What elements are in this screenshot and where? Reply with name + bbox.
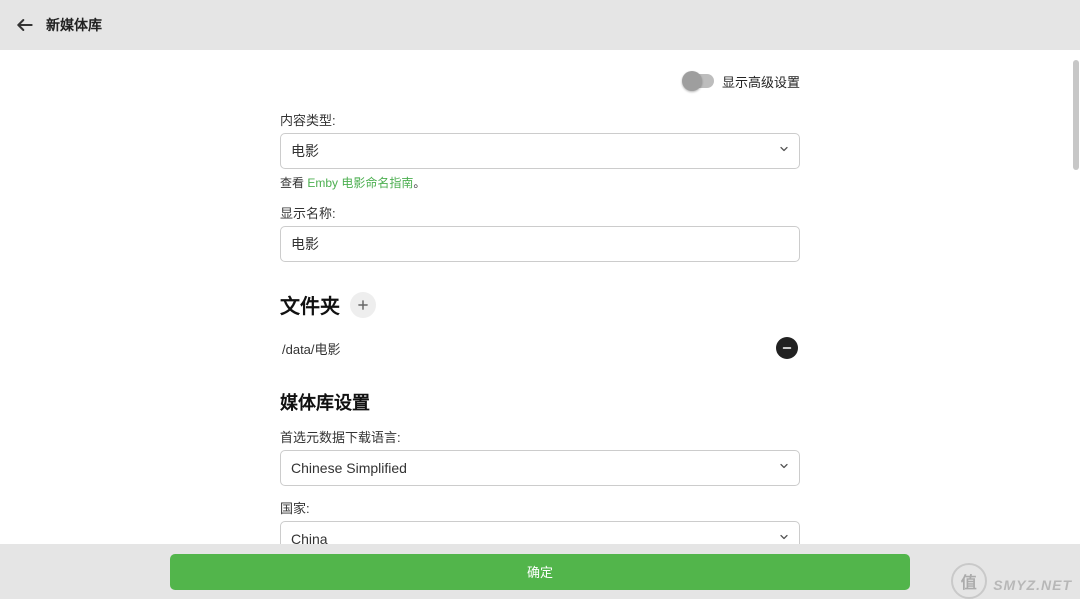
- display-name-input[interactable]: [280, 226, 800, 262]
- content-type-hint: 查看 Emby 电影命名指南。: [280, 174, 800, 191]
- back-arrow-icon[interactable]: [14, 14, 36, 36]
- country-label: 国家:: [280, 498, 800, 517]
- content-type-label: 内容类型:: [280, 110, 800, 129]
- naming-guide-link[interactable]: Emby 电影命名指南: [307, 176, 413, 190]
- metadata-lang-label: 首选元数据下载语言:: [280, 427, 800, 446]
- folders-section-header: 文件夹: [280, 290, 800, 319]
- advanced-settings-row: 显示高级设置: [280, 64, 800, 98]
- hint-prefix: 查看: [280, 176, 307, 190]
- metadata-lang-value: Chinese Simplified: [280, 450, 800, 486]
- content-scroll: 显示高级设置 内容类型: 电影 查看 Emby 电影命名指南。 显示名称: 文件…: [0, 50, 1080, 544]
- country-value: China: [280, 521, 800, 544]
- hint-suffix: 。: [413, 176, 425, 190]
- folder-row: /data/电影: [280, 337, 800, 359]
- confirm-button[interactable]: 确定: [170, 554, 910, 590]
- page-title: 新媒体库: [46, 15, 102, 35]
- display-name-label: 显示名称:: [280, 203, 800, 222]
- folder-path: /data/电影: [282, 339, 341, 358]
- advanced-settings-toggle[interactable]: [684, 74, 714, 88]
- add-folder-button[interactable]: [350, 292, 376, 318]
- topbar: 新媒体库: [0, 0, 1080, 50]
- advanced-settings-label: 显示高级设置: [722, 72, 800, 91]
- content-type-select[interactable]: 电影: [280, 133, 800, 169]
- footer-bar: 确定: [0, 544, 1080, 599]
- folders-title: 文件夹: [280, 290, 340, 319]
- country-select[interactable]: China: [280, 521, 800, 544]
- main-panel: 显示高级设置 内容类型: 电影 查看 Emby 电影命名指南。 显示名称: 文件…: [0, 50, 1080, 599]
- remove-folder-button[interactable]: [776, 337, 798, 359]
- metadata-lang-select[interactable]: Chinese Simplified: [280, 450, 800, 486]
- content-type-value: 电影: [280, 133, 800, 169]
- form-area: 显示高级设置 内容类型: 电影 查看 Emby 电影命名指南。 显示名称: 文件…: [280, 50, 800, 544]
- plus-icon: [356, 298, 370, 312]
- library-settings-title: 媒体库设置: [280, 389, 800, 415]
- minus-icon: [781, 342, 793, 354]
